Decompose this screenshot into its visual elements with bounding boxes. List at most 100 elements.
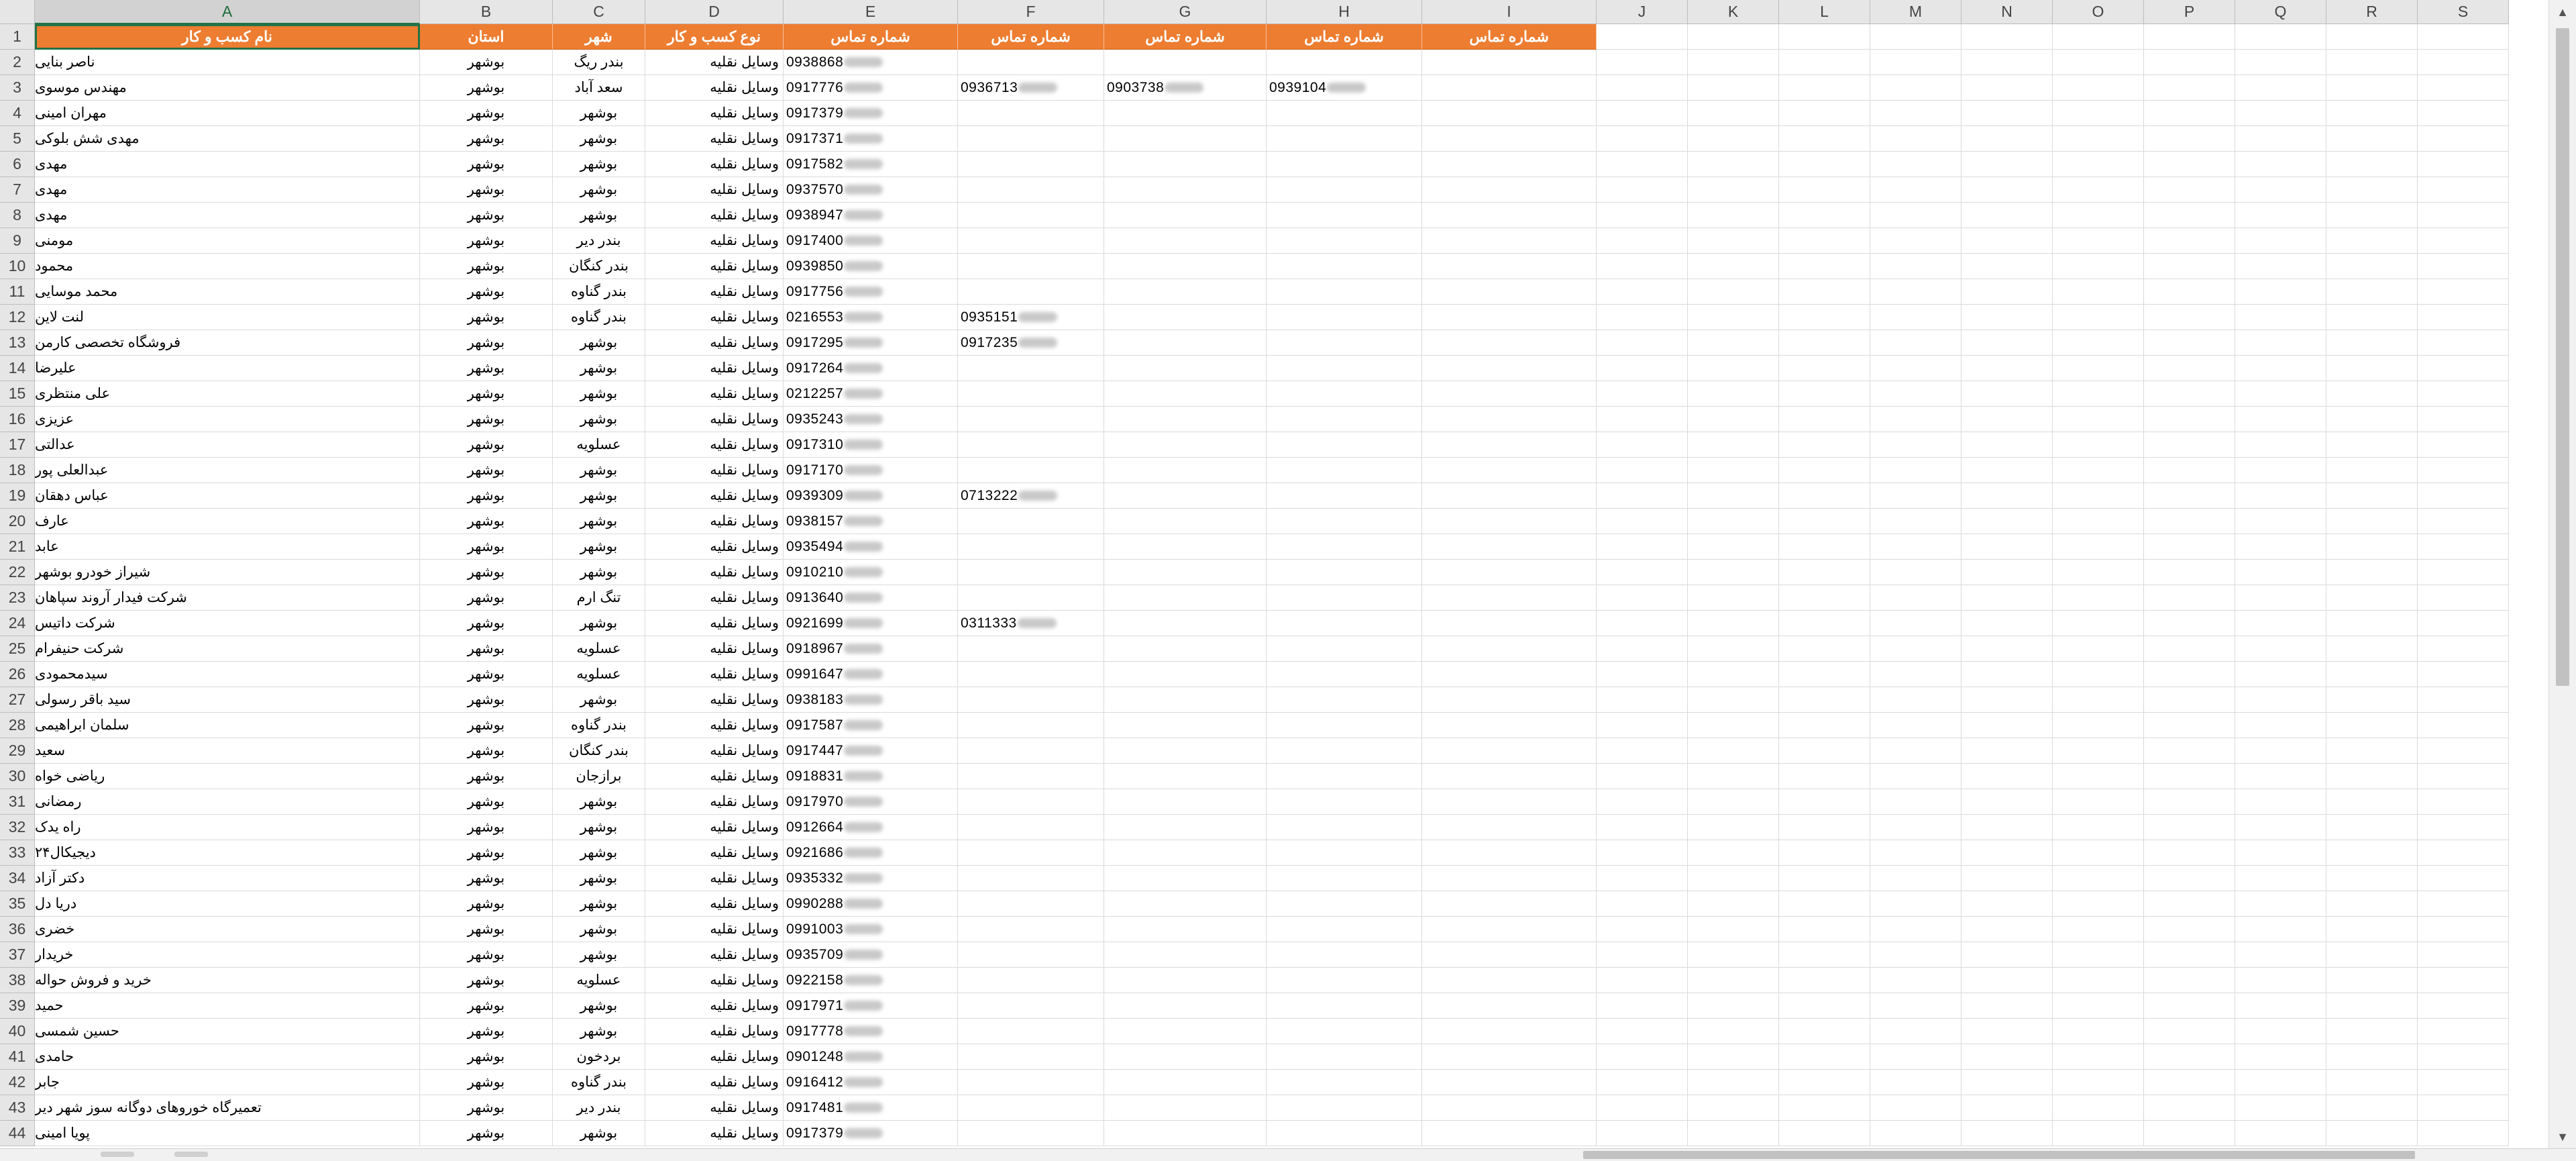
cell[interactable]	[1870, 1121, 1962, 1146]
row-number[interactable]: 15	[0, 381, 35, 407]
cell[interactable]	[2418, 1044, 2509, 1070]
cell-p2[interactable]	[958, 509, 1104, 534]
cell[interactable]	[2144, 24, 2235, 50]
cell-name[interactable]: رمضانی	[35, 789, 420, 815]
cell[interactable]	[1597, 764, 1688, 789]
cell[interactable]	[2418, 126, 2509, 152]
cell-p2[interactable]	[958, 1044, 1104, 1070]
cell[interactable]	[1779, 891, 1870, 917]
cell-state[interactable]: بوشهر	[420, 254, 553, 279]
cell[interactable]	[1688, 1121, 1779, 1146]
cell-p4[interactable]	[1267, 815, 1422, 840]
cell-name[interactable]: جابر	[35, 1070, 420, 1095]
cell-city[interactable]: بندر دیر	[553, 1095, 645, 1121]
cell[interactable]	[2053, 228, 2144, 254]
cell[interactable]	[1779, 1019, 1870, 1044]
cell[interactable]	[1688, 254, 1779, 279]
cell-p2[interactable]	[958, 279, 1104, 305]
cell-p2[interactable]	[958, 866, 1104, 891]
cell-type[interactable]: وسایل نقلیه	[645, 228, 784, 254]
cell-city[interactable]: بوشهر	[553, 891, 645, 917]
cell[interactable]	[1779, 50, 1870, 75]
cell[interactable]	[2418, 381, 2509, 407]
cell-state[interactable]: بوشهر	[420, 560, 553, 585]
cell[interactable]	[2144, 50, 2235, 75]
cell[interactable]	[2144, 483, 2235, 509]
header-cell-e[interactable]: شماره تماس	[784, 24, 958, 50]
cell[interactable]	[2418, 662, 2509, 687]
cell-state[interactable]: بوشهر	[420, 1070, 553, 1095]
cell-type[interactable]: وسایل نقلیه	[645, 101, 784, 126]
cell-p3[interactable]	[1104, 305, 1267, 330]
cell-p4[interactable]	[1267, 713, 1422, 738]
cell[interactable]	[1688, 407, 1779, 432]
cell[interactable]	[1597, 75, 1688, 101]
cell[interactable]	[2326, 534, 2418, 560]
cell[interactable]	[2053, 534, 2144, 560]
cell[interactable]	[1962, 1121, 2053, 1146]
cell-p2[interactable]: 0936713	[958, 75, 1104, 101]
cell-p5[interactable]	[1422, 968, 1597, 993]
cell[interactable]	[2326, 1044, 2418, 1070]
cell-p1[interactable]: 0917778	[784, 1019, 958, 1044]
row-number[interactable]: 31	[0, 789, 35, 815]
cell-p1[interactable]: 0935332	[784, 866, 958, 891]
cell-city[interactable]: عسلویه	[553, 636, 645, 662]
cell-p5[interactable]	[1422, 1044, 1597, 1070]
cell-p2[interactable]	[958, 636, 1104, 662]
cell[interactable]	[2144, 687, 2235, 713]
column-header-f[interactable]: F	[958, 0, 1104, 24]
cell[interactable]	[2418, 75, 2509, 101]
cell[interactable]	[2418, 330, 2509, 356]
cell[interactable]	[2418, 458, 2509, 483]
cell[interactable]	[1870, 560, 1962, 585]
cell[interactable]	[2235, 177, 2326, 203]
cell-p1[interactable]: 0912664	[784, 815, 958, 840]
cell-p5[interactable]	[1422, 585, 1597, 611]
cell[interactable]	[1870, 101, 1962, 126]
cell[interactable]	[1870, 254, 1962, 279]
row-number[interactable]: 7	[0, 177, 35, 203]
cell-p4[interactable]	[1267, 866, 1422, 891]
cell-name[interactable]: عابد	[35, 534, 420, 560]
cell-type[interactable]: وسایل نقلیه	[645, 432, 784, 458]
cell[interactable]	[1962, 968, 2053, 993]
cell[interactable]	[2326, 177, 2418, 203]
cell-name[interactable]: حامدی	[35, 1044, 420, 1070]
cell[interactable]	[2235, 1095, 2326, 1121]
cell-p4[interactable]	[1267, 789, 1422, 815]
cell[interactable]	[1779, 764, 1870, 789]
cell[interactable]	[2418, 993, 2509, 1019]
cell[interactable]	[1597, 738, 1688, 764]
cell[interactable]	[2053, 611, 2144, 636]
cell[interactable]	[1870, 407, 1962, 432]
cell[interactable]	[2053, 356, 2144, 381]
cell-name[interactable]: محمد موسایی	[35, 279, 420, 305]
cell-p3[interactable]	[1104, 101, 1267, 126]
cell-name[interactable]: علیرضا	[35, 356, 420, 381]
cell[interactable]	[2235, 738, 2326, 764]
cell[interactable]	[2144, 509, 2235, 534]
row-number[interactable]: 3	[0, 75, 35, 101]
cell[interactable]	[2326, 254, 2418, 279]
cell[interactable]	[2235, 968, 2326, 993]
cell-type[interactable]: وسایل نقلیه	[645, 611, 784, 636]
cell[interactable]	[2326, 356, 2418, 381]
column-header-k[interactable]: K	[1688, 0, 1779, 24]
cell[interactable]	[1688, 840, 1779, 866]
cell-type[interactable]: وسایل نقلیه	[645, 534, 784, 560]
cell-type[interactable]: وسایل نقلیه	[645, 866, 784, 891]
cell-city[interactable]: بوشهر	[553, 458, 645, 483]
cell[interactable]	[1597, 534, 1688, 560]
cell-city[interactable]: بوشهر	[553, 840, 645, 866]
cell[interactable]	[1962, 203, 2053, 228]
cell-p2[interactable]	[958, 687, 1104, 713]
cell-p5[interactable]	[1422, 1070, 1597, 1095]
row-number[interactable]: 41	[0, 1044, 35, 1070]
cell-type[interactable]: وسایل نقلیه	[645, 764, 784, 789]
row-number[interactable]: 9	[0, 228, 35, 254]
cell-city[interactable]: بوشهر	[553, 815, 645, 840]
cell-type[interactable]: وسایل نقلیه	[645, 713, 784, 738]
row-number[interactable]: 35	[0, 891, 35, 917]
cell[interactable]	[2053, 407, 2144, 432]
